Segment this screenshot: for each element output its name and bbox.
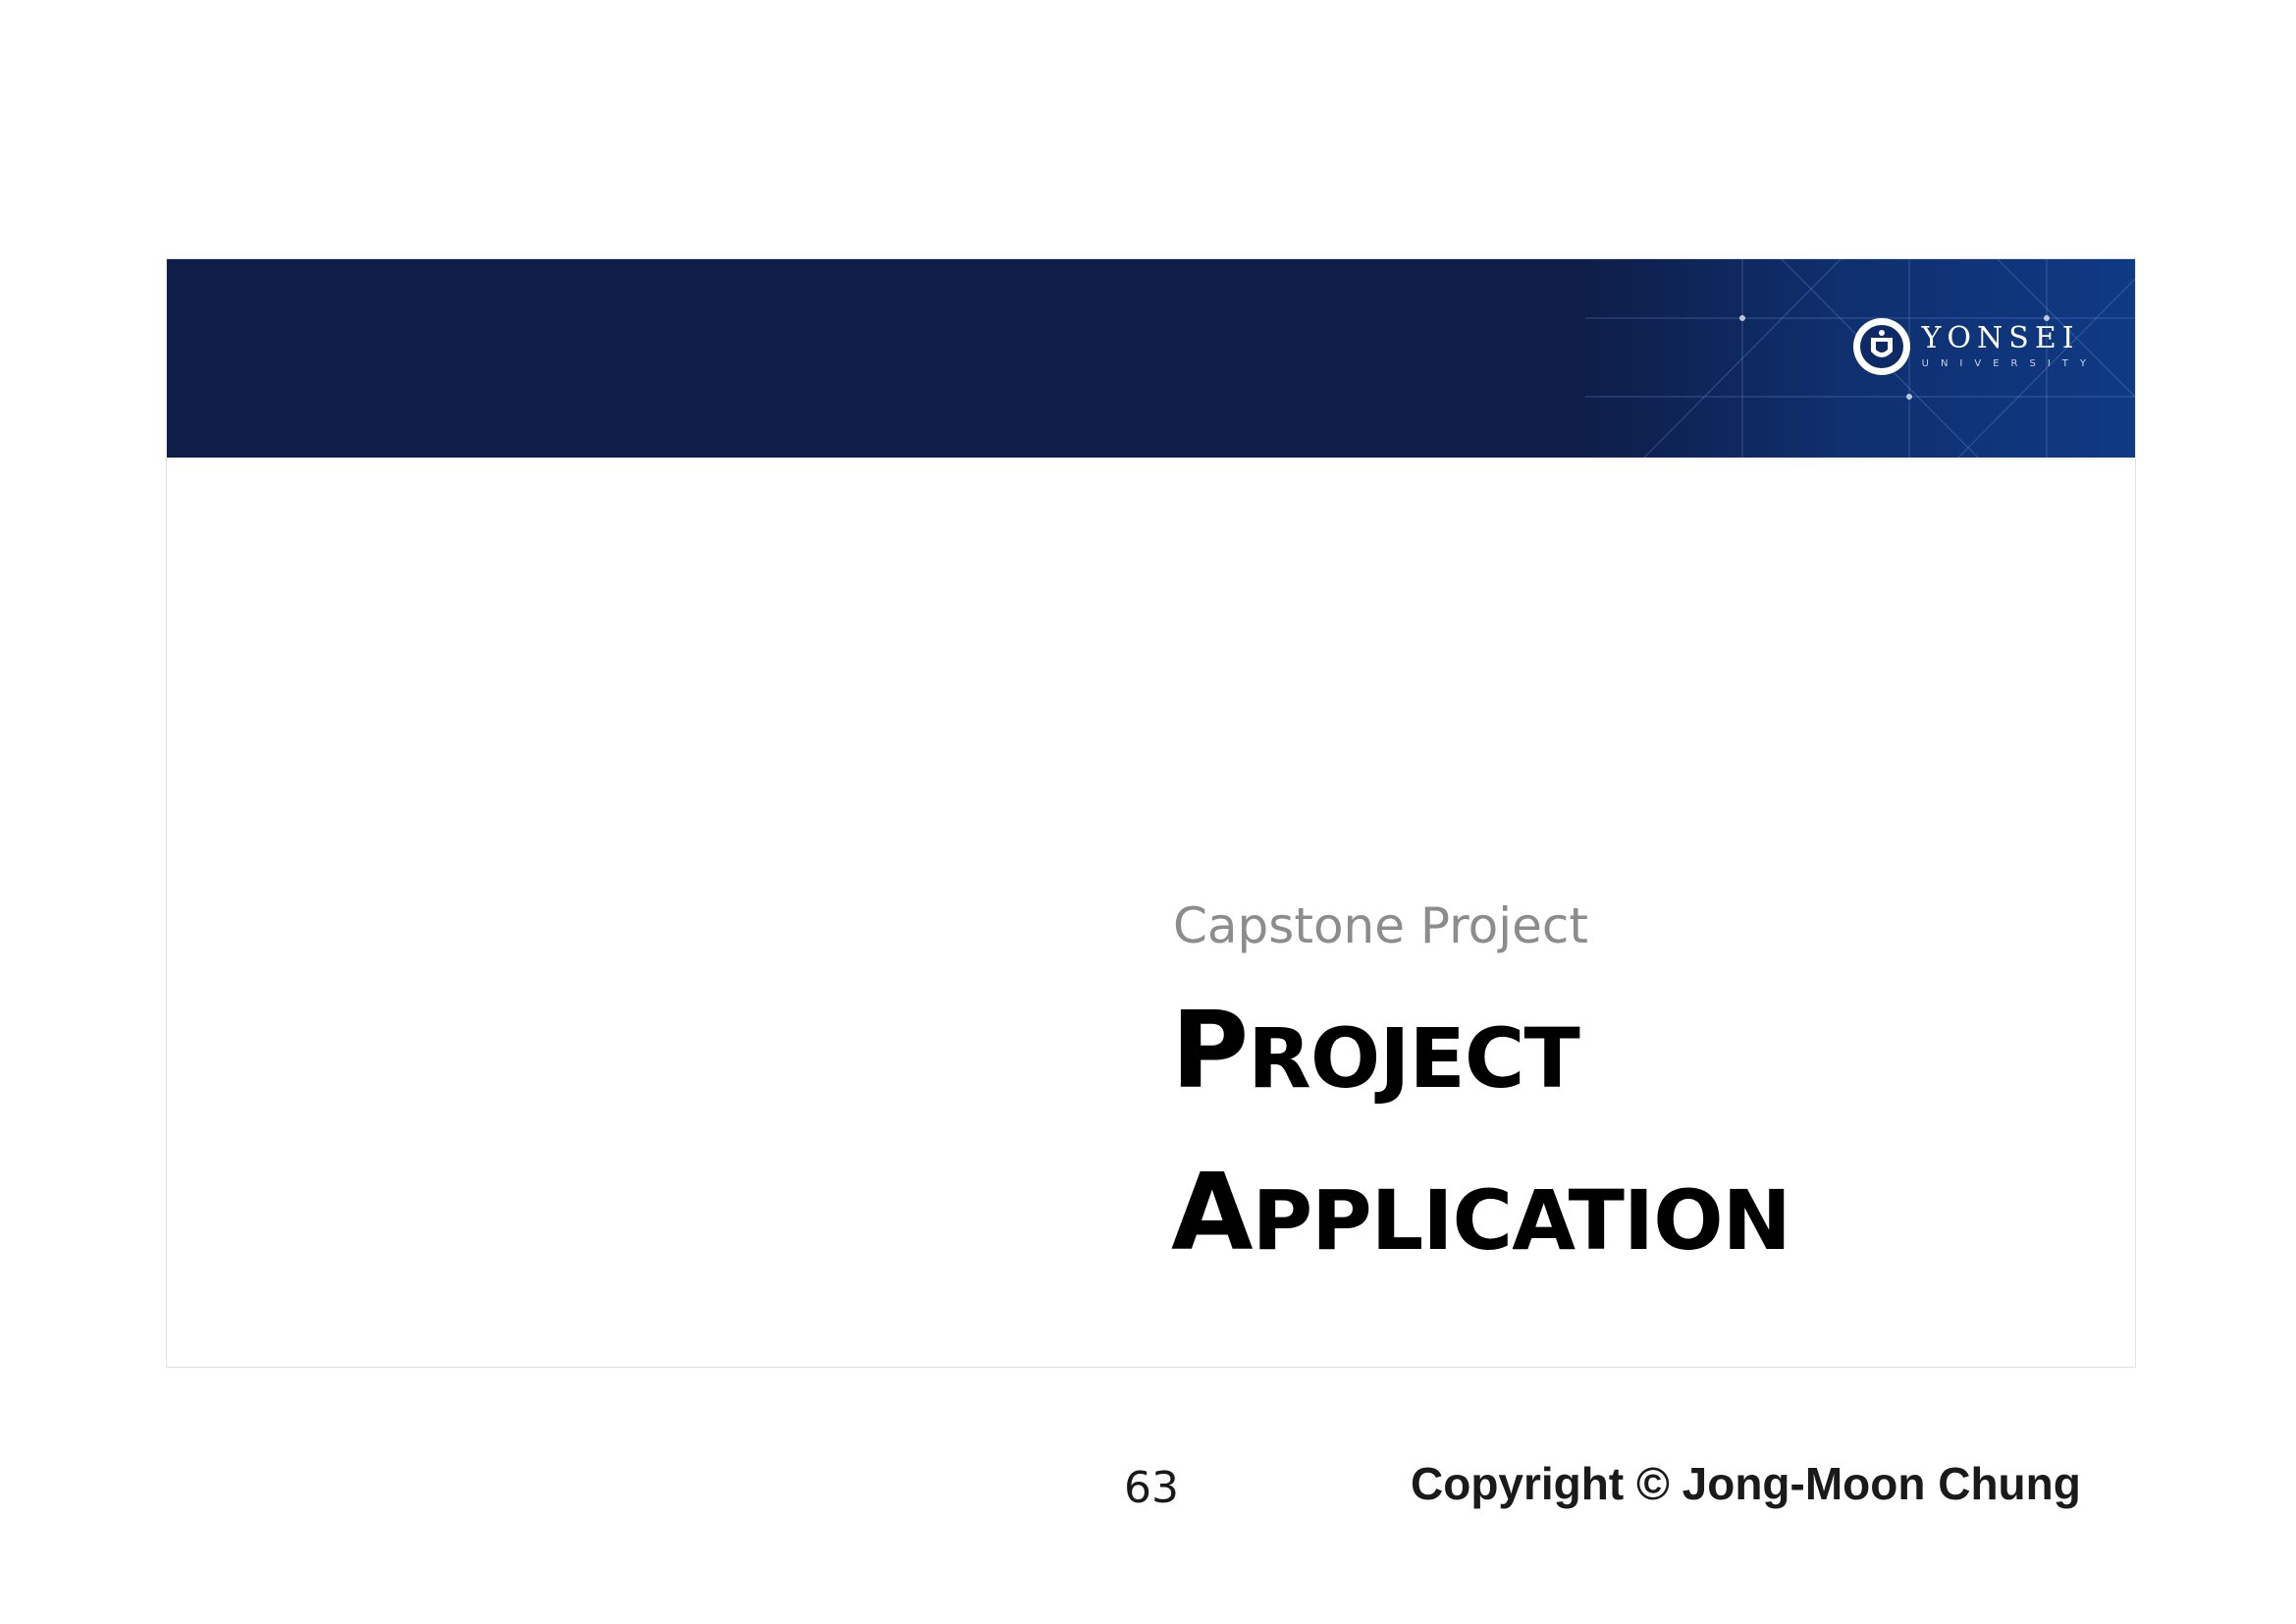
title-line-1: Project <box>1171 986 1790 1148</box>
copyright-notice: Copyright © Jong-Moon Chung <box>1411 1458 2081 1509</box>
page-number: 63 <box>1124 1463 1179 1513</box>
slide-title: Project Application <box>1171 986 1791 1310</box>
title-line-2-rest: pplication <box>1252 1172 1791 1269</box>
title-line-2: Application <box>1171 1148 1791 1310</box>
title-line-2-cap: A <box>1171 1152 1254 1274</box>
slide: YONSEI UNIVERSITY Capstone Project Proje… <box>166 258 2136 1368</box>
header-band: YONSEI UNIVERSITY <box>167 259 2135 458</box>
title-line-1-cap: P <box>1171 990 1249 1112</box>
title-line-1-rest: roject <box>1248 1010 1580 1107</box>
university-logo: YONSEI UNIVERSITY <box>1851 316 2098 377</box>
university-subtitle: UNIVERSITY <box>1921 358 2098 369</box>
slide-subtitle: Capstone Project <box>1173 897 1588 954</box>
university-wordmark: YONSEI UNIVERSITY <box>1922 324 2098 369</box>
university-name: YONSEI <box>1921 321 2080 355</box>
university-seal-icon <box>1852 318 1910 375</box>
